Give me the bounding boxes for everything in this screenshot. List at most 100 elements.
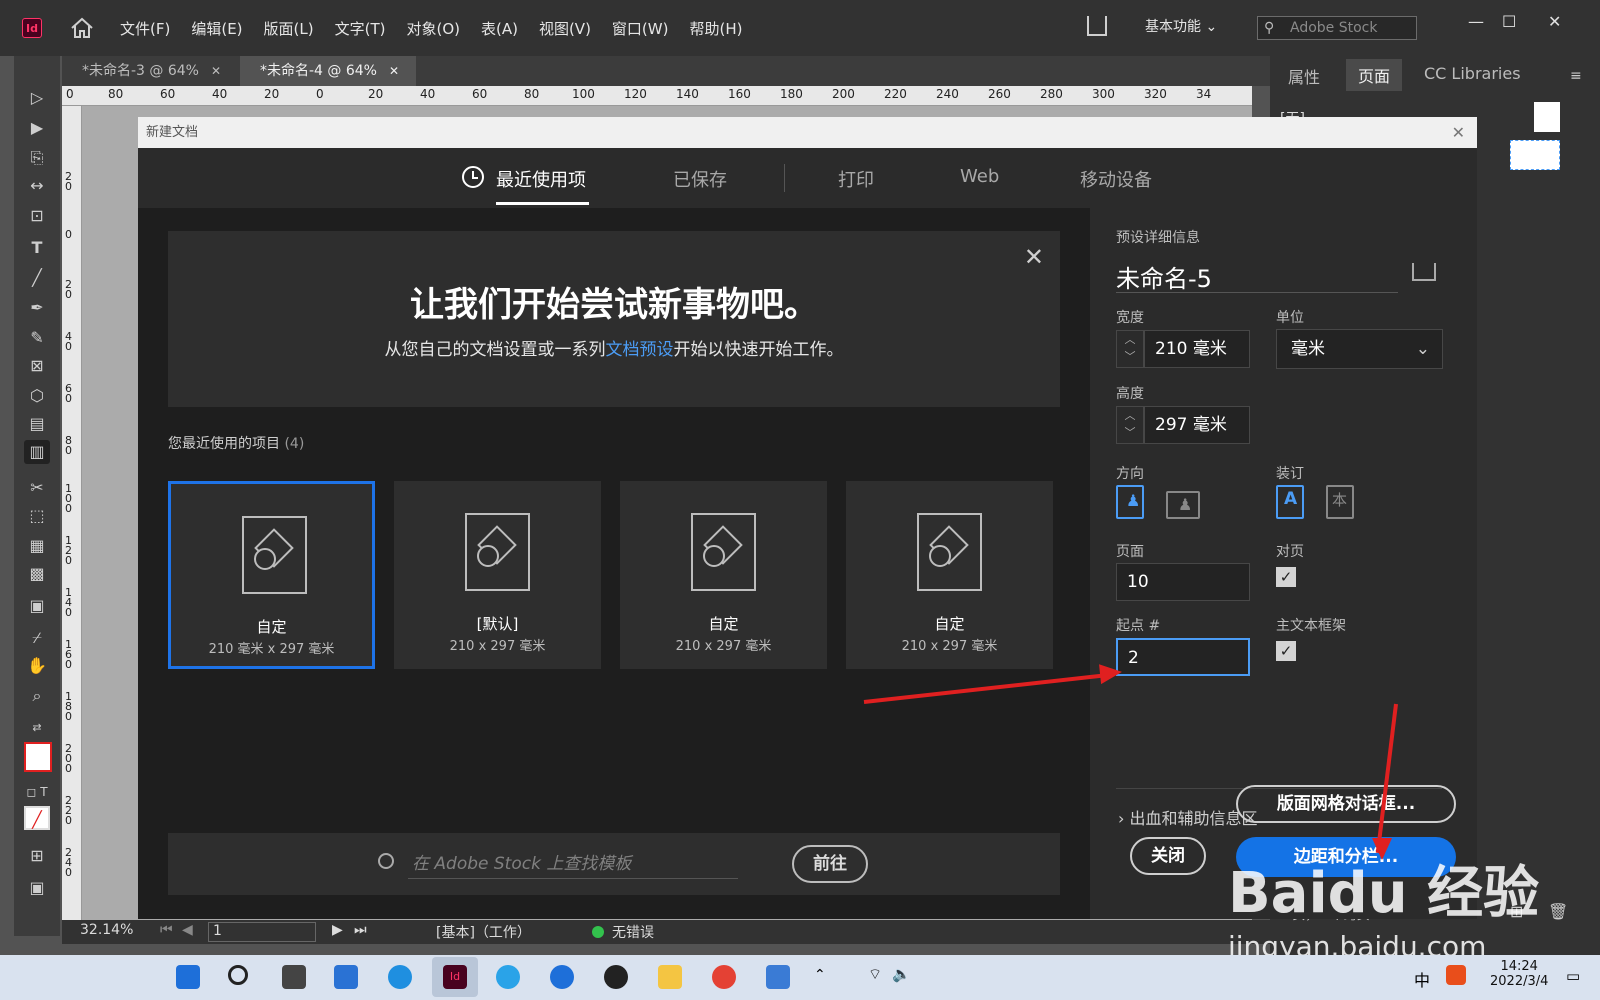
layout-grid-button[interactable]: 版面网格对话框... [1236,785,1456,823]
network-icon[interactable]: ⌔ [868,965,882,984]
horizontal-grid-icon[interactable]: ▤ [24,412,50,436]
save-preset-icon[interactable] [1412,263,1436,281]
maximize-icon[interactable]: ☐ [1502,12,1516,31]
note-tool-icon[interactable]: ▣ [24,594,50,618]
tab-saved[interactable]: 已保存 [673,166,727,192]
unit-select[interactable]: 毫米 ⌄ [1276,329,1443,369]
zoom-tool-icon[interactable]: ⌕ [24,684,50,708]
spread-thumbnail[interactable] [1510,140,1560,170]
stock-search-input[interactable]: Adobe Stock ⚲ [1257,16,1417,40]
close-icon[interactable]: ✕ [1024,243,1044,271]
apply-none-icon[interactable]: ╱ [24,806,50,830]
notification-icon[interactable]: ▭ [1566,967,1580,985]
search-icon[interactable] [228,965,248,985]
system-clock[interactable]: 14:24 2022/3/4 [1490,959,1548,989]
preflight-status[interactable]: 无错误 [612,922,654,942]
pencil-tool-icon[interactable]: ✎ [24,326,50,350]
chrome-icon[interactable] [712,965,736,989]
swap-colors-icon[interactable]: ⇄ [24,716,50,740]
line-tool-icon[interactable]: ╱ [24,266,50,290]
pen-tool-icon[interactable]: ✒ [24,296,50,320]
fill-stroke-icon[interactable] [24,742,52,772]
close-icon[interactable]: ✕ [1452,117,1465,148]
tab-untitled-3[interactable]: *未命名-3 @ 64% ✕ [62,56,240,86]
next-page-icon[interactable]: ▶ [332,922,343,938]
master-page-thumbnail[interactable] [1534,102,1560,132]
menu-file[interactable]: 文件(F) [120,18,170,39]
selection-tool-icon[interactable]: ▷ [24,86,50,110]
close-window-icon[interactable]: ✕ [1548,12,1561,31]
recent-preset-card[interactable]: 自定 210 毫米 x 297 毫米 [168,481,375,669]
height-stepper[interactable]: ︿ ﹀ [1116,406,1144,444]
prev-page-icon[interactable]: ◀ [182,922,193,938]
close-button[interactable]: 关闭 [1130,837,1206,875]
eyedropper-tool-icon[interactable]: ⌿ [24,626,50,650]
height-field[interactable]: 297 毫米 [1144,406,1250,444]
minimize-icon[interactable]: — [1468,12,1484,31]
left-binding-icon[interactable]: A [1276,485,1304,519]
notepad-icon[interactable] [766,965,790,989]
browser-icon[interactable] [550,965,574,989]
home-icon[interactable] [70,17,94,39]
hand-tool-icon[interactable]: ✋ [24,654,50,678]
windows-start-icon[interactable] [176,965,200,989]
task-view-icon[interactable] [282,965,306,989]
sogou-icon[interactable] [1446,965,1466,985]
landscape-icon[interactable]: ♟ [1166,491,1200,519]
recent-preset-card[interactable]: 自定 210 x 297 毫米 [846,481,1053,669]
free-transform-icon[interactable]: ⬚ [24,504,50,528]
portrait-icon[interactable]: ♟ [1116,485,1144,519]
workflow-context[interactable]: [基本]（工作） [436,922,531,942]
volume-icon[interactable]: 🔈 [892,965,911,983]
gradient-swatch-icon[interactable]: ▦ [24,534,50,558]
go-button[interactable]: 前往 [792,845,868,883]
direct-selection-tool-icon[interactable]: ▶ [24,116,50,140]
widgets-icon[interactable] [334,965,358,989]
tab-untitled-4[interactable]: *未命名-4 @ 64% ✕ [240,56,416,86]
page-tool-icon[interactable]: ⎘ [24,146,50,170]
tab-web[interactable]: Web [960,166,999,187]
facing-pages-checkbox[interactable]: ✓ [1276,567,1296,587]
feishu-icon[interactable] [496,965,520,989]
page-number-field[interactable]: 1 [208,922,316,942]
width-field[interactable]: 210 毫米 [1144,330,1250,368]
tab-recent[interactable]: 最近使用项 [496,166,586,192]
formatting-container-icon[interactable]: ◻ T [24,780,50,804]
polygon-tool-icon[interactable]: ⬡ [24,384,50,408]
tray-chevron-icon[interactable]: ⌃ [814,967,826,983]
zoom-level[interactable]: 32.14% [80,922,133,938]
screen-mode-icon[interactable]: ⊞ [24,844,50,868]
close-icon[interactable]: ✕ [389,64,399,78]
tab-properties[interactable]: 属性 [1288,64,1320,88]
menu-object[interactable]: 对象(O) [406,18,460,39]
recent-preset-card[interactable]: [默认] 210 x 297 毫米 [394,481,601,669]
pages-field[interactable]: 10 [1116,563,1250,601]
preview-mode-icon[interactable]: ▣ [24,876,50,900]
gradient-feather-icon[interactable]: ▩ [24,562,50,586]
type-tool-icon[interactable]: T [24,236,50,260]
recent-preset-card[interactable]: 自定 210 x 297 毫米 [620,481,827,669]
tab-pages[interactable]: 页面 [1346,59,1403,91]
menu-help[interactable]: 帮助(H) [689,18,742,39]
edge-icon[interactable] [388,965,412,989]
last-page-icon[interactable]: ⏭ [354,922,367,938]
menu-edit[interactable]: 编辑(E) [191,18,242,39]
preset-name-field[interactable]: 未命名-5 [1116,259,1398,293]
file-explorer-icon[interactable] [658,965,682,989]
tab-cc-libraries[interactable]: CC Libraries [1424,64,1521,83]
workspace-switcher[interactable]: 基本功能 ⌄ [1145,16,1217,36]
first-page-icon[interactable]: ⏮ [160,922,173,938]
panel-menu-icon[interactable]: ≡ [1570,68,1582,84]
primary-text-frame-checkbox[interactable]: ✓ [1276,641,1296,661]
right-binding-icon[interactable]: 本 [1326,485,1354,519]
scissors-tool-icon[interactable]: ✂ [24,476,50,500]
start-page-field[interactable]: 2 [1116,638,1250,676]
ime-indicator[interactable]: 中 [1414,967,1430,991]
rectangle-frame-icon[interactable]: ⊠ [24,354,50,378]
vertical-grid-icon[interactable]: ▥ [24,440,50,464]
document-presets-link[interactable]: 文档预设 [606,340,674,360]
share-icon[interactable] [1087,16,1107,36]
qq-icon[interactable] [604,965,628,989]
menu-window[interactable]: 窗口(W) [612,18,669,39]
menu-table[interactable]: 表(A) [481,18,518,39]
